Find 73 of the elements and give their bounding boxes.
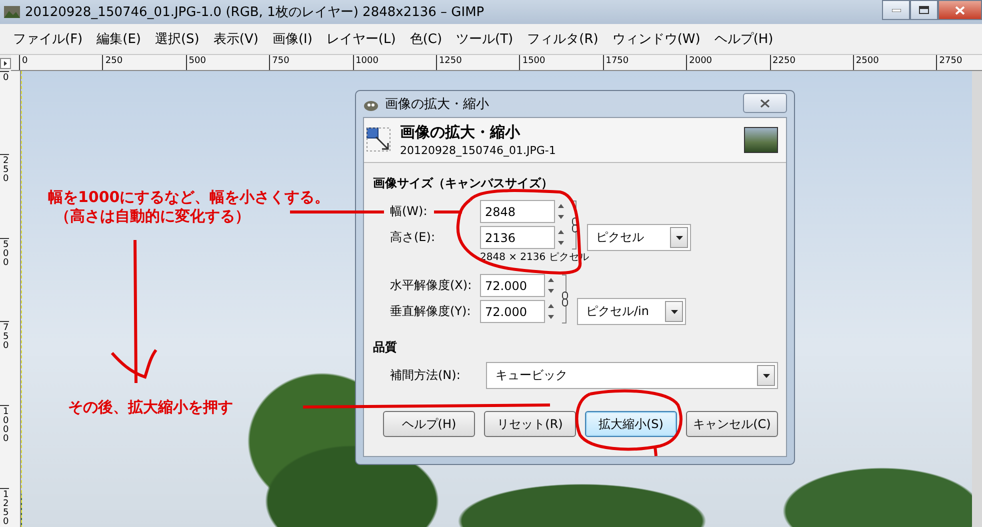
dropdown-button[interactable] xyxy=(757,365,775,386)
dropdown-button[interactable] xyxy=(670,227,688,248)
width-field[interactable]: 2848 xyxy=(480,200,555,223)
menu-item[interactable]: フィルタ(R) xyxy=(520,27,606,51)
dialog-button[interactable]: ヘルプ(H) xyxy=(383,411,475,437)
menu-item[interactable]: ヘルプ(H) xyxy=(707,27,780,51)
ruler-label: 1500 xyxy=(519,55,603,70)
ruler-label: 250 xyxy=(102,55,186,70)
dialog-title: 画像の拡大・縮小 xyxy=(385,96,489,113)
field-label: 垂直解像度(Y): xyxy=(390,303,472,320)
close-icon xyxy=(955,6,965,14)
unit-dropdown[interactable]: ピクセル/in xyxy=(577,298,686,325)
chain-link-icon[interactable] xyxy=(561,274,569,324)
dialog-heading: 画像の拡大・縮小 xyxy=(400,123,522,142)
caret-icon xyxy=(762,374,770,378)
ruler-label: 1250 xyxy=(436,55,520,70)
dialog-button[interactable]: リセット(R) xyxy=(484,411,576,437)
field-label: 高さ(E): xyxy=(390,229,436,246)
minimize-button[interactable] xyxy=(882,0,910,20)
annotation-text: 幅を1000にするなど、幅を小さくする。 xyxy=(48,188,330,207)
ruler-label: 2500 xyxy=(852,55,936,70)
dialog-button[interactable]: キャンセル(C) xyxy=(686,411,778,437)
ruler-label: 1250 xyxy=(0,488,9,527)
section-heading: 画像サイズ（キャンバスサイズ） xyxy=(373,175,554,192)
resolution-field[interactable]: 72.000 xyxy=(480,274,545,297)
close-icon xyxy=(760,98,770,108)
menu-item[interactable]: 編集(E) xyxy=(90,27,148,51)
menu-item[interactable]: ウィンドウ(W) xyxy=(605,27,708,51)
field-label: 補間方法(N): xyxy=(390,367,462,384)
annotation-text: その後、拡大縮小を押す xyxy=(68,398,233,417)
ruler-label: 2750 xyxy=(936,55,982,70)
caret-icon xyxy=(670,310,678,314)
close-button[interactable] xyxy=(743,93,787,113)
menu-item[interactable]: 選択(S) xyxy=(148,27,206,51)
maximize-icon xyxy=(919,6,929,14)
minimize-icon xyxy=(892,8,900,12)
ruler-label: 0 xyxy=(19,55,102,70)
menu-item[interactable]: ツール(T) xyxy=(449,27,520,51)
resolution-field[interactable]: 72.000 xyxy=(480,300,545,323)
annotation-text: （高さは自動的に変化する） xyxy=(55,207,250,226)
unit-dropdown[interactable]: ピクセル xyxy=(587,224,691,251)
ruler-label: 250 xyxy=(0,154,9,238)
scale-image-icon xyxy=(366,127,392,153)
menu-item[interactable]: 表示(V) xyxy=(206,27,266,51)
section-heading: 品質 xyxy=(373,339,398,356)
image-name: 20120928_150746_01.JPG-1 xyxy=(400,144,557,157)
menu-item[interactable]: レイヤー(L) xyxy=(319,27,403,51)
ruler-label: 750 xyxy=(0,321,9,405)
dropdown-button[interactable] xyxy=(665,301,683,322)
ruler-label: 1000 xyxy=(352,55,436,70)
ruler-label: 500 xyxy=(186,55,270,70)
ruler-label: 0 xyxy=(0,71,9,154)
image-thumbnail xyxy=(744,127,778,153)
maximize-button[interactable] xyxy=(910,0,938,20)
field-label: 水平解像度(X): xyxy=(390,277,473,294)
height-field[interactable]: 2136 xyxy=(480,226,555,249)
field-label: 幅(W): xyxy=(390,203,428,220)
ruler-label: 750 xyxy=(269,55,353,70)
interpolation-dropdown[interactable]: キュービック xyxy=(486,362,778,389)
ruler-label: 1000 xyxy=(0,404,9,488)
ruler-label: 500 xyxy=(0,238,9,322)
menu-item[interactable]: 画像(I) xyxy=(265,27,320,51)
caret-icon xyxy=(676,236,682,240)
dialog-button[interactable]: 拡大縮小(S) xyxy=(585,411,677,437)
ruler-label: 2250 xyxy=(770,55,853,70)
ruler-label: 1750 xyxy=(602,55,686,70)
app-icon xyxy=(4,6,20,18)
menu-item[interactable]: ファイル(F) xyxy=(6,27,90,51)
navigate-button[interactable] xyxy=(0,55,11,71)
close-button[interactable] xyxy=(938,0,982,20)
menu-item[interactable]: 色(C) xyxy=(402,27,450,51)
window-title: 20120928_150746_01.JPG-1.0 (RGB, 1枚のレイヤー) 2848x2136 – GIMP xyxy=(25,4,484,21)
ruler-label: 2000 xyxy=(686,55,770,70)
